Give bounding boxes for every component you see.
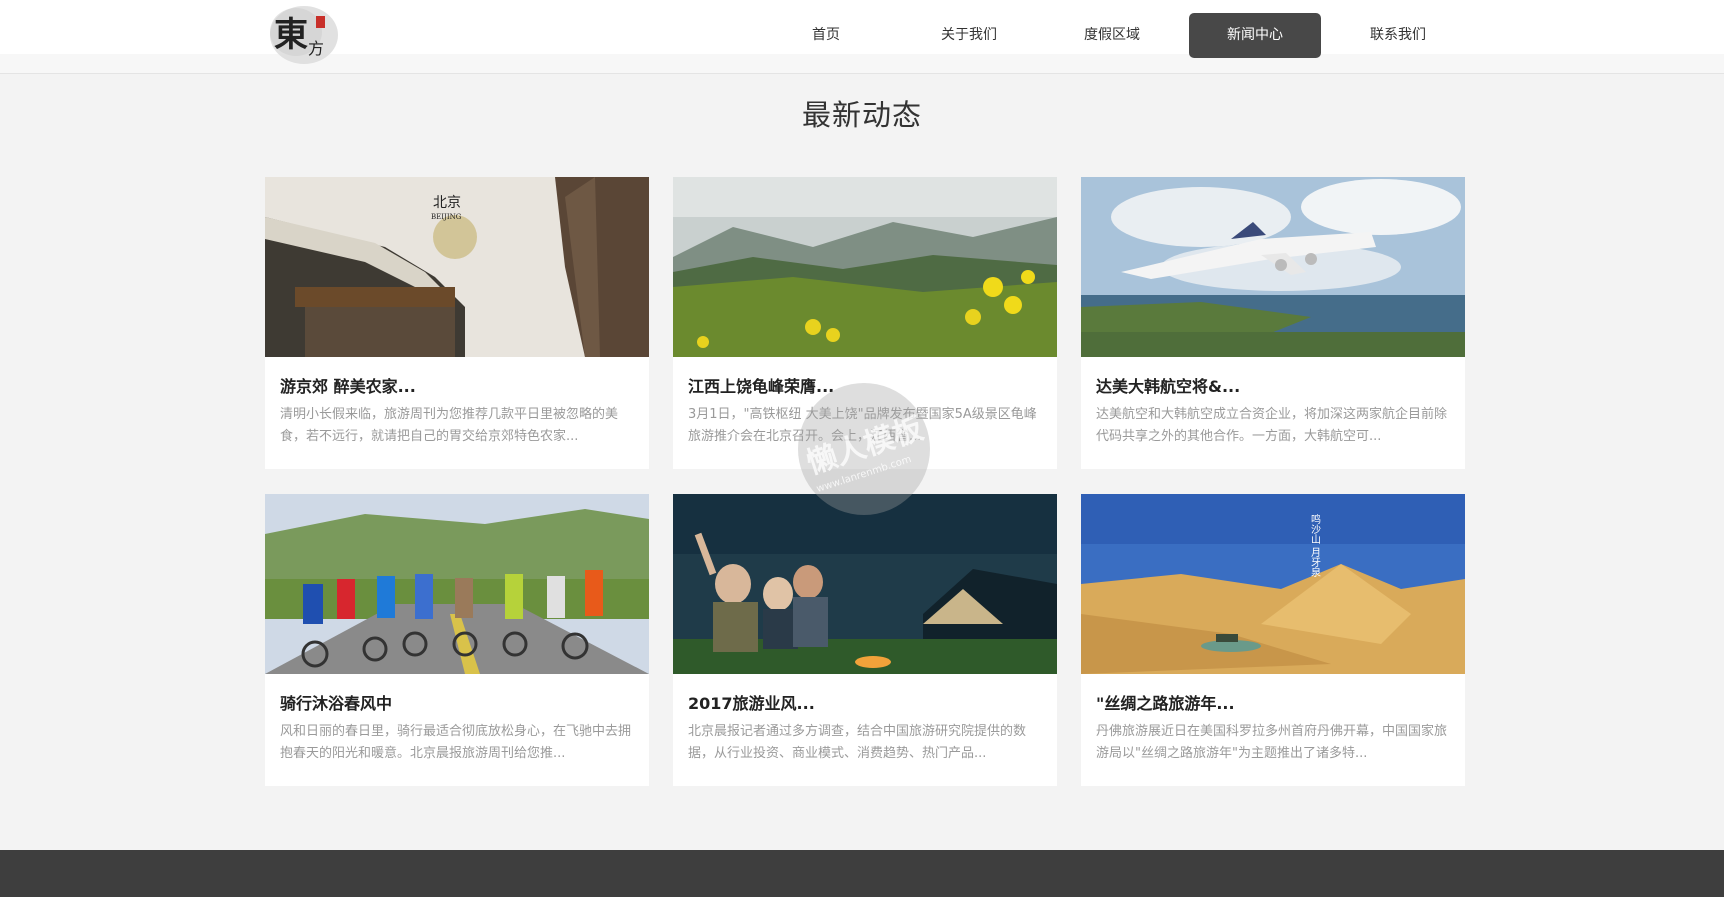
logo[interactable]: 東 方 bbox=[266, 2, 342, 66]
news-title[interactable]: 游京郊 醉美农家... bbox=[280, 373, 630, 397]
news-card[interactable]: 骑行沐浴春风中 风和日丽的春日里，骑行最适合彻底放松身心，在飞驰中去拥抱春天的阳… bbox=[265, 494, 649, 786]
site-header: 東 方 首页 关于我们 度假区域 新闻中心 联系我们 bbox=[0, 0, 1724, 74]
news-title[interactable]: 骑行沐浴春风中 bbox=[280, 690, 630, 714]
news-thumbnail[interactable]: 北京 BEIJING bbox=[265, 177, 649, 357]
news-excerpt: 清明小长假来临，旅游周刊为您推荐几款平日里被忽略的美食，若不远行，就请把自己的胃… bbox=[280, 407, 619, 444]
section-title: 最新动态 bbox=[801, 98, 922, 132]
news-thumbnail[interactable] bbox=[673, 494, 1057, 674]
nav-item-home[interactable]: 首页 bbox=[760, 13, 892, 58]
news-card[interactable]: 北京 BEIJING 游京郊 醉美农家... 清明小长假来临，旅游周刊为您推荐几… bbox=[265, 177, 649, 469]
news-excerpt: 风和日丽的春日里，骑行最适合彻底放松身心，在飞驰中去拥抱春天的阳光和暖意。北京晨… bbox=[280, 724, 632, 761]
news-thumbnail[interactable] bbox=[673, 177, 1057, 357]
news-excerpt: 北京晨报记者通过多方调查，结合中国旅游研究院提供的数据，从行业投资、商业模式、消… bbox=[688, 724, 1027, 761]
news-card[interactable]: 鸣沙山 月牙泉 "丝绸之路旅游年... 丹佛旅游展近日在美国科罗拉多州首府丹佛开… bbox=[1081, 494, 1465, 786]
news-thumbnail[interactable] bbox=[1081, 177, 1465, 357]
svg-text:方: 方 bbox=[308, 39, 324, 58]
nav-item-resorts[interactable]: 度假区域 bbox=[1046, 13, 1178, 58]
nav-item-news[interactable]: 新闻中心 bbox=[1189, 13, 1321, 58]
news-thumbnail[interactable]: 鸣沙山 月牙泉 bbox=[1081, 494, 1465, 674]
site-footer bbox=[0, 850, 1724, 897]
image-caption-subtext: BEIJING bbox=[431, 213, 462, 221]
news-card[interactable]: 达美大韩航空将&... 达美航空和大韩航空成立合资企业，将加深这两家航企目前除代… bbox=[1081, 177, 1465, 469]
nav-item-about[interactable]: 关于我们 bbox=[903, 13, 1035, 58]
news-excerpt: 丹佛旅游展近日在美国科罗拉多州首府丹佛开幕，中国国家旅游局以"丝绸之路旅游年"为… bbox=[1096, 724, 1448, 761]
news-title[interactable]: "丝绸之路旅游年... bbox=[1096, 690, 1446, 714]
image-caption-text: 鸣沙山 月牙泉 bbox=[1309, 513, 1321, 577]
news-card[interactable]: 2017旅游业风... 北京晨报记者通过多方调查，结合中国旅游研究院提供的数据，… bbox=[673, 494, 1057, 786]
nav-item-contact[interactable]: 联系我们 bbox=[1332, 13, 1464, 58]
watermark: 懒人模板 www.lanrenmb.com bbox=[798, 383, 930, 515]
news-title[interactable]: 2017旅游业风... bbox=[688, 690, 1038, 714]
news-title[interactable]: 达美大韩航空将&... bbox=[1096, 373, 1446, 397]
image-caption-text: 北京 bbox=[433, 195, 461, 211]
svg-text:東: 東 bbox=[274, 15, 308, 55]
news-excerpt: 达美航空和大韩航空成立合资企业，将加深这两家航企目前除代码共享之外的其他合作。一… bbox=[1096, 407, 1448, 444]
news-thumbnail[interactable] bbox=[265, 494, 649, 674]
